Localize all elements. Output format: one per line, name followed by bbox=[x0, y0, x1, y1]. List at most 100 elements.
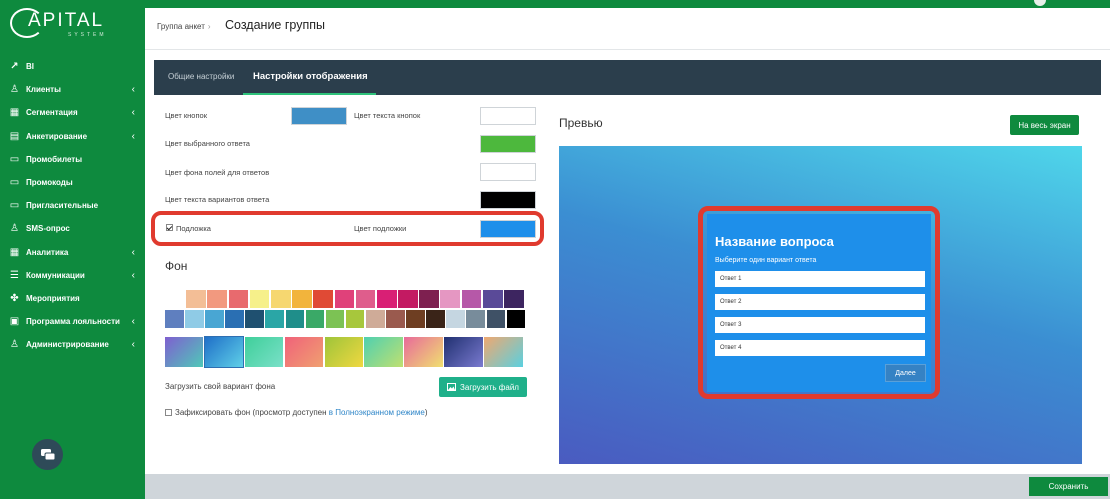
background-color-swatch[interactable] bbox=[406, 310, 425, 328]
save-button[interactable]: Сохранить bbox=[1029, 477, 1108, 496]
background-color-swatch[interactable] bbox=[466, 310, 485, 328]
answer-option[interactable]: Ответ 1 bbox=[715, 271, 925, 287]
button-text-color-swatch[interactable] bbox=[480, 107, 536, 125]
fullscreen-mode-link[interactable]: в Полноэкранном режиме bbox=[329, 408, 425, 417]
background-color-swatch[interactable] bbox=[228, 290, 249, 308]
chat-icon bbox=[40, 448, 55, 460]
preview-area: Название вопроса Выберите один вариант о… bbox=[559, 146, 1082, 464]
background-color-swatch[interactable] bbox=[486, 310, 506, 328]
background-color-swatch[interactable] bbox=[270, 290, 291, 308]
button-color-swatch[interactable] bbox=[291, 107, 347, 125]
footer-bar: Сохранить bbox=[145, 474, 1110, 499]
background-gradient-swatch[interactable] bbox=[244, 337, 284, 367]
background-color-swatch[interactable] bbox=[461, 290, 482, 308]
background-color-swatch[interactable] bbox=[376, 290, 397, 308]
background-color-swatch[interactable] bbox=[285, 310, 305, 328]
next-button[interactable]: Далее bbox=[885, 364, 926, 382]
sidebar-item[interactable]: ▣ Программа лояльности ‹ bbox=[0, 310, 145, 333]
sidebar-item[interactable]: ↗ BI bbox=[0, 55, 145, 78]
background-color-swatch[interactable] bbox=[365, 310, 385, 328]
tab-general-settings[interactable]: Общие настройки bbox=[168, 60, 234, 95]
image-icon bbox=[447, 383, 457, 391]
sidebar-item[interactable]: ♙ SMS-опрос bbox=[0, 217, 145, 240]
background-gradient-swatch[interactable] bbox=[444, 337, 483, 367]
sidebar-item[interactable]: ▤ Анкетирование ‹ bbox=[0, 125, 145, 148]
background-color-row-2 bbox=[165, 310, 526, 328]
background-color-swatch[interactable] bbox=[334, 290, 355, 308]
ticket-icon: ▭ bbox=[9, 200, 20, 212]
background-color-swatch[interactable] bbox=[506, 310, 526, 328]
sidebar-item-label: Программа лояльности bbox=[26, 317, 120, 327]
gift-icon: ▣ bbox=[9, 316, 20, 328]
background-color-swatch[interactable] bbox=[325, 310, 345, 328]
background-color-swatch[interactable] bbox=[305, 310, 325, 328]
background-color-swatch[interactable] bbox=[186, 290, 206, 308]
background-color-swatch[interactable] bbox=[165, 310, 184, 328]
logo[interactable]: APITAL SYSTEM bbox=[8, 6, 138, 46]
underlay-color-swatch[interactable] bbox=[480, 220, 536, 238]
sidebar-item[interactable]: ✤ Мероприятия bbox=[0, 287, 145, 310]
background-color-swatch[interactable] bbox=[205, 310, 224, 328]
fix-background-checkbox[interactable] bbox=[165, 409, 172, 416]
sidebar-item-label: Промобилеты bbox=[26, 154, 83, 164]
sidebar-item[interactable]: ▦ Сегментация ‹ bbox=[0, 101, 145, 124]
background-color-swatch[interactable] bbox=[207, 290, 228, 308]
breadcrumb-separator: › bbox=[207, 22, 211, 31]
background-gradient-swatch[interactable] bbox=[284, 337, 324, 367]
breadcrumb-link[interactable]: Группа анкет bbox=[157, 22, 205, 31]
list-icon: ☰ bbox=[10, 269, 19, 281]
background-color-swatch[interactable] bbox=[386, 310, 405, 328]
background-gradient-swatch[interactable] bbox=[203, 336, 245, 368]
sidebar-item-label: Пригласительные bbox=[26, 201, 99, 211]
top-bar-avatar[interactable] bbox=[1034, 0, 1046, 6]
variant-text-color-swatch[interactable] bbox=[480, 191, 536, 209]
background-color-swatch[interactable] bbox=[249, 290, 270, 308]
sidebar-item[interactable]: ▭ Промокоды bbox=[0, 171, 145, 194]
background-color-swatch[interactable] bbox=[398, 290, 418, 308]
background-color-swatch[interactable] bbox=[426, 310, 445, 328]
background-color-swatch[interactable] bbox=[419, 290, 439, 308]
tab-display-settings[interactable]: Настройки отображения bbox=[243, 60, 376, 95]
background-color-swatch[interactable] bbox=[313, 290, 333, 308]
chart-line-icon: ↗ bbox=[10, 61, 19, 73]
background-gradient-row bbox=[165, 336, 525, 368]
sidebar-item[interactable]: ▭ Пригласительные bbox=[0, 194, 145, 217]
sidebar-item[interactable]: ♙ Администрирование ‹ bbox=[0, 333, 145, 356]
background-color-swatch[interactable] bbox=[482, 290, 503, 308]
fix-background-row: Зафиксировать фон (просмотр доступен в П… bbox=[165, 408, 428, 417]
background-color-swatch[interactable] bbox=[165, 290, 185, 308]
background-gradient-swatch[interactable] bbox=[404, 337, 443, 367]
background-gradient-swatch[interactable] bbox=[364, 337, 403, 367]
background-color-swatch[interactable] bbox=[265, 310, 285, 328]
user-icon: ♙ bbox=[10, 339, 19, 351]
answer-option[interactable]: Ответ 2 bbox=[715, 294, 925, 310]
answer-bg-color-swatch[interactable] bbox=[480, 163, 536, 181]
sidebar-item-label: Анкетирование bbox=[26, 131, 88, 141]
selected-answer-color-swatch[interactable] bbox=[480, 135, 536, 153]
background-color-swatch[interactable] bbox=[355, 290, 376, 308]
background-color-swatch[interactable] bbox=[440, 290, 461, 308]
sidebar-item[interactable]: ☰ Коммуникации ‹ bbox=[0, 264, 145, 287]
sidebar-item[interactable]: ▦ Аналитика ‹ bbox=[0, 241, 145, 264]
user-icon: ♙ bbox=[10, 223, 19, 235]
background-color-swatch[interactable] bbox=[504, 290, 524, 308]
underlay-label: Подложка bbox=[176, 224, 211, 233]
fullscreen-button[interactable]: На весь экран bbox=[1010, 115, 1079, 135]
background-gradient-swatch[interactable] bbox=[484, 337, 523, 367]
chat-button[interactable] bbox=[32, 439, 63, 470]
answer-option[interactable]: Ответ 4 bbox=[715, 340, 925, 356]
upload-file-button-label: Загрузить файл bbox=[460, 382, 519, 392]
sidebar-item[interactable]: ♙ Клиенты ‹ bbox=[0, 78, 145, 101]
underlay-checkbox[interactable] bbox=[166, 224, 173, 231]
background-gradient-swatch[interactable] bbox=[324, 337, 363, 367]
sidebar-item[interactable]: ▭ Промобилеты bbox=[0, 148, 145, 171]
background-color-swatch[interactable] bbox=[292, 290, 312, 308]
background-color-swatch[interactable] bbox=[185, 310, 204, 328]
background-color-swatch[interactable] bbox=[446, 310, 465, 328]
background-color-swatch[interactable] bbox=[245, 310, 264, 328]
background-gradient-swatch[interactable] bbox=[165, 337, 204, 367]
background-color-swatch[interactable] bbox=[225, 310, 244, 328]
background-color-swatch[interactable] bbox=[345, 310, 365, 328]
answer-option[interactable]: Ответ 3 bbox=[715, 317, 925, 333]
upload-file-button[interactable]: Загрузить файл bbox=[439, 377, 527, 397]
